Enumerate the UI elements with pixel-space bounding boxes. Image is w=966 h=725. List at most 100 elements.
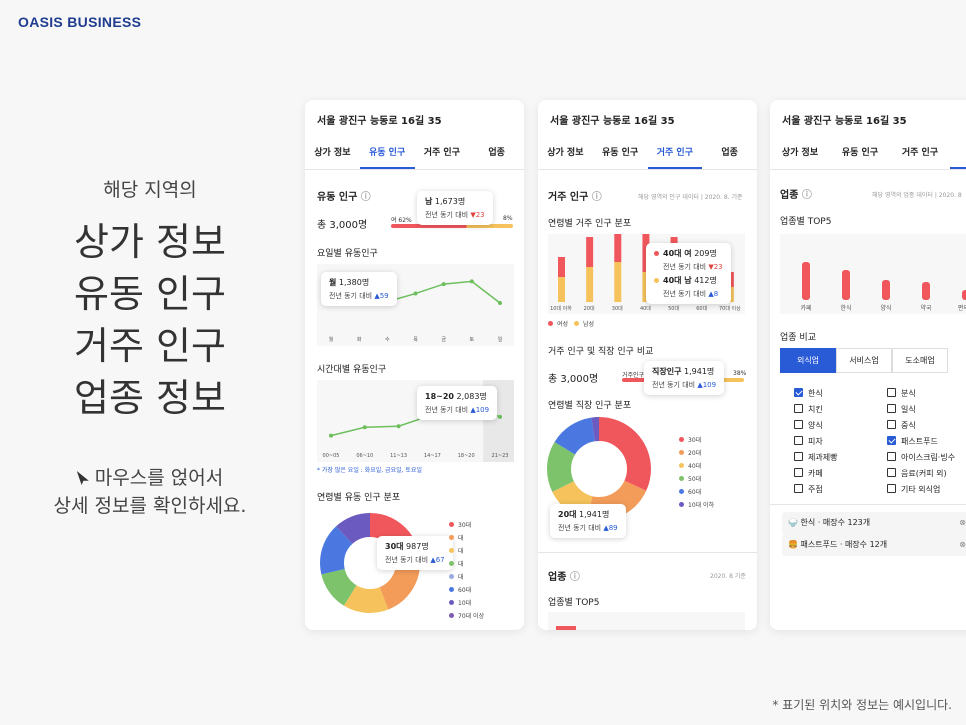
tick-label: 목 <box>413 337 418 343</box>
tick-label: 일 <box>498 336 503 343</box>
tick-label: 수 <box>385 337 390 343</box>
checkbox-item[interactable]: 음료(커피 외) <box>887 466 955 482</box>
close-icon[interactable]: ⊗ <box>959 512 966 534</box>
tab-resident-population[interactable]: 거주 인구 <box>647 136 703 169</box>
legend-item: 60대 <box>449 584 484 597</box>
checkbox-item[interactable]: 일식 <box>887 402 955 418</box>
card-floating-population: 서울 광진구 능동로 16길 35 상가 정보 유동 인구 거주 인구 업종 유… <box>305 100 524 630</box>
tick-label: 21~23 <box>492 453 509 459</box>
data-reference: 해당 영역의 인구 데이터 | 2020. 8. 기준 <box>638 194 743 201</box>
tick-label: 양식 <box>880 304 891 312</box>
cursor-icon <box>76 471 89 485</box>
card-resident-population: 서울 광진구 능동로 16길 35 상가 정보 유동 인구 거주 인구 업종 거… <box>538 100 757 630</box>
tooltip-compare: 직장인구 1,941명 전년 동기 대비 ▲109 <box>644 361 725 395</box>
checkbox-item[interactable]: 주점 <box>794 482 837 498</box>
legend-item: 60대 <box>679 486 714 499</box>
tab-store-info[interactable]: 상가 정보 <box>770 136 830 169</box>
tick-label: 50대 <box>668 305 679 312</box>
tick-label: 60대 <box>696 305 707 312</box>
legend-item: 대 <box>449 571 484 584</box>
tab-store-info[interactable]: 상가 정보 <box>538 136 593 169</box>
legend-item: 30대 <box>449 519 484 532</box>
bar <box>802 262 810 300</box>
section-title: 거주 인구 ⓘ <box>548 192 602 203</box>
address: 서울 광진구 능동로 16길 35 <box>317 116 442 127</box>
tab-business[interactable]: 업종 <box>950 136 966 169</box>
tick-label: 한식 <box>840 304 851 312</box>
footnote: * 표기된 위치와 정보는 예시입니다. <box>772 698 952 712</box>
checkbox-item[interactable]: 양식 <box>794 418 837 434</box>
tab-resident-population[interactable]: 거주 인구 <box>890 136 950 169</box>
checklist-left: 한식 치킨 양식 피자 제과제빵 카페 주점 <box>794 386 837 498</box>
tick-label: 10대 이하 <box>550 305 572 312</box>
top5-bars: 카페 한식 양식 약국 편의점 <box>800 262 966 312</box>
section-title: 업종 ⓘ <box>780 190 812 201</box>
info-icon[interactable]: ⓘ <box>570 572 580 583</box>
address: 서울 광진구 능동로 16길 35 <box>782 116 907 127</box>
legend-item: 40대 <box>679 460 714 473</box>
tab-bar: 상가 정보 유동 인구 거주 인구 업종 <box>770 136 966 170</box>
checkbox-item[interactable]: 한식 <box>794 386 837 402</box>
bar-male <box>558 277 565 302</box>
segment-service[interactable]: 서비스업 <box>836 348 892 373</box>
biz-reference: 2020. 8 기준 <box>710 573 746 580</box>
biz-title: 업종 ⓘ <box>548 572 580 583</box>
hero-line: 유동 인구 <box>74 272 226 316</box>
hourly-title: 시간대별 유동인구 <box>317 365 387 375</box>
tick-label: 20대 <box>584 305 595 312</box>
tooltip-gender: 남 1,673명 전년 동기 대비 ▼23 <box>417 191 493 225</box>
tab-floating-population[interactable]: 유동 인구 <box>593 136 648 169</box>
close-icon[interactable]: ⊗ <box>959 534 966 556</box>
legend-item: 대 <box>449 532 484 545</box>
checkbox-item[interactable]: 제과제빵 <box>794 450 837 466</box>
compare-total: 총 3,000명 <box>548 374 599 385</box>
tab-bar: 상가 정보 유동 인구 거주 인구 업종 <box>538 136 757 170</box>
tab-business[interactable]: 업종 <box>469 136 524 169</box>
tooltip-hourly: 18~20 2,083명 전년 동기 대비 ▲109 <box>417 386 498 420</box>
checkbox-item[interactable]: 치킨 <box>794 402 837 418</box>
info-icon[interactable]: ⓘ <box>592 192 602 203</box>
bar <box>922 282 930 300</box>
bar-right-label: 8% <box>503 215 513 222</box>
tab-resident-population[interactable]: 거주 인구 <box>415 136 470 169</box>
checkbox-item[interactable]: 패스트푸드 <box>887 434 955 450</box>
bar-female <box>586 237 594 267</box>
checkbox-item[interactable]: 기타 외식업 <box>887 482 955 498</box>
burger-icon: 🍔 <box>788 540 798 549</box>
checkbox-item[interactable]: 아이스크림·빙수 <box>887 450 955 466</box>
legend-item: 대 <box>449 545 484 558</box>
legend-item: 50대 <box>679 473 714 486</box>
checkbox-item[interactable]: 피자 <box>794 434 837 450</box>
tick-label: 70대 이상 <box>719 305 741 312</box>
checkbox-item[interactable]: 중식 <box>887 418 955 434</box>
tab-bar: 상가 정보 유동 인구 거주 인구 업종 <box>305 136 524 170</box>
data-point <box>469 279 474 284</box>
selected-row-hansik[interactable]: 🍚 한식 · 매장수 123개 ⊗ <box>782 512 966 534</box>
checkbox-item[interactable]: 카페 <box>794 466 837 482</box>
tab-business[interactable]: 업종 <box>702 136 757 169</box>
category-segments: 외식업 서비스업 도소매업 <box>780 348 948 373</box>
tab-store-info[interactable]: 상가 정보 <box>305 136 360 169</box>
hero: 해당 지역의 상가 정보 유동 인구 거주 인구 업종 정보 마우스를 얹어서 … <box>0 175 300 520</box>
info-icon[interactable]: ⓘ <box>802 190 812 201</box>
legend-item: 70대 이상 <box>449 610 484 623</box>
brand-logo[interactable]: OASIS BUSINESS <box>18 14 141 30</box>
biz-top-title: 업종별 TOP5 <box>548 598 600 608</box>
segment-food[interactable]: 외식업 <box>780 348 836 373</box>
selected-row-fastfood[interactable]: 🍔 패스트푸드 · 매장수 12개 ⊗ <box>782 534 966 556</box>
info-icon[interactable]: ⓘ <box>361 192 371 203</box>
resident-legend: 여성 남성 <box>548 318 594 331</box>
hover-hint: 마우스를 얹어서 상세 정보를 확인하세요. <box>0 464 300 520</box>
tab-floating-population[interactable]: 유동 인구 <box>359 136 415 169</box>
segment-retail[interactable]: 도소매업 <box>892 348 948 373</box>
legend-item: 대 <box>449 558 484 571</box>
bar-female <box>558 257 565 277</box>
checkbox-item[interactable]: 분식 <box>887 386 955 402</box>
tick-label: 00~05 <box>323 453 340 459</box>
data-point <box>329 433 333 438</box>
top5-chart[interactable]: 카페 한식 양식 약국 편의점 <box>780 234 966 314</box>
tab-floating-population[interactable]: 유동 인구 <box>830 136 890 169</box>
divider <box>538 552 757 553</box>
section-title: 유동 인구 ⓘ <box>317 192 371 203</box>
divider <box>770 504 966 505</box>
